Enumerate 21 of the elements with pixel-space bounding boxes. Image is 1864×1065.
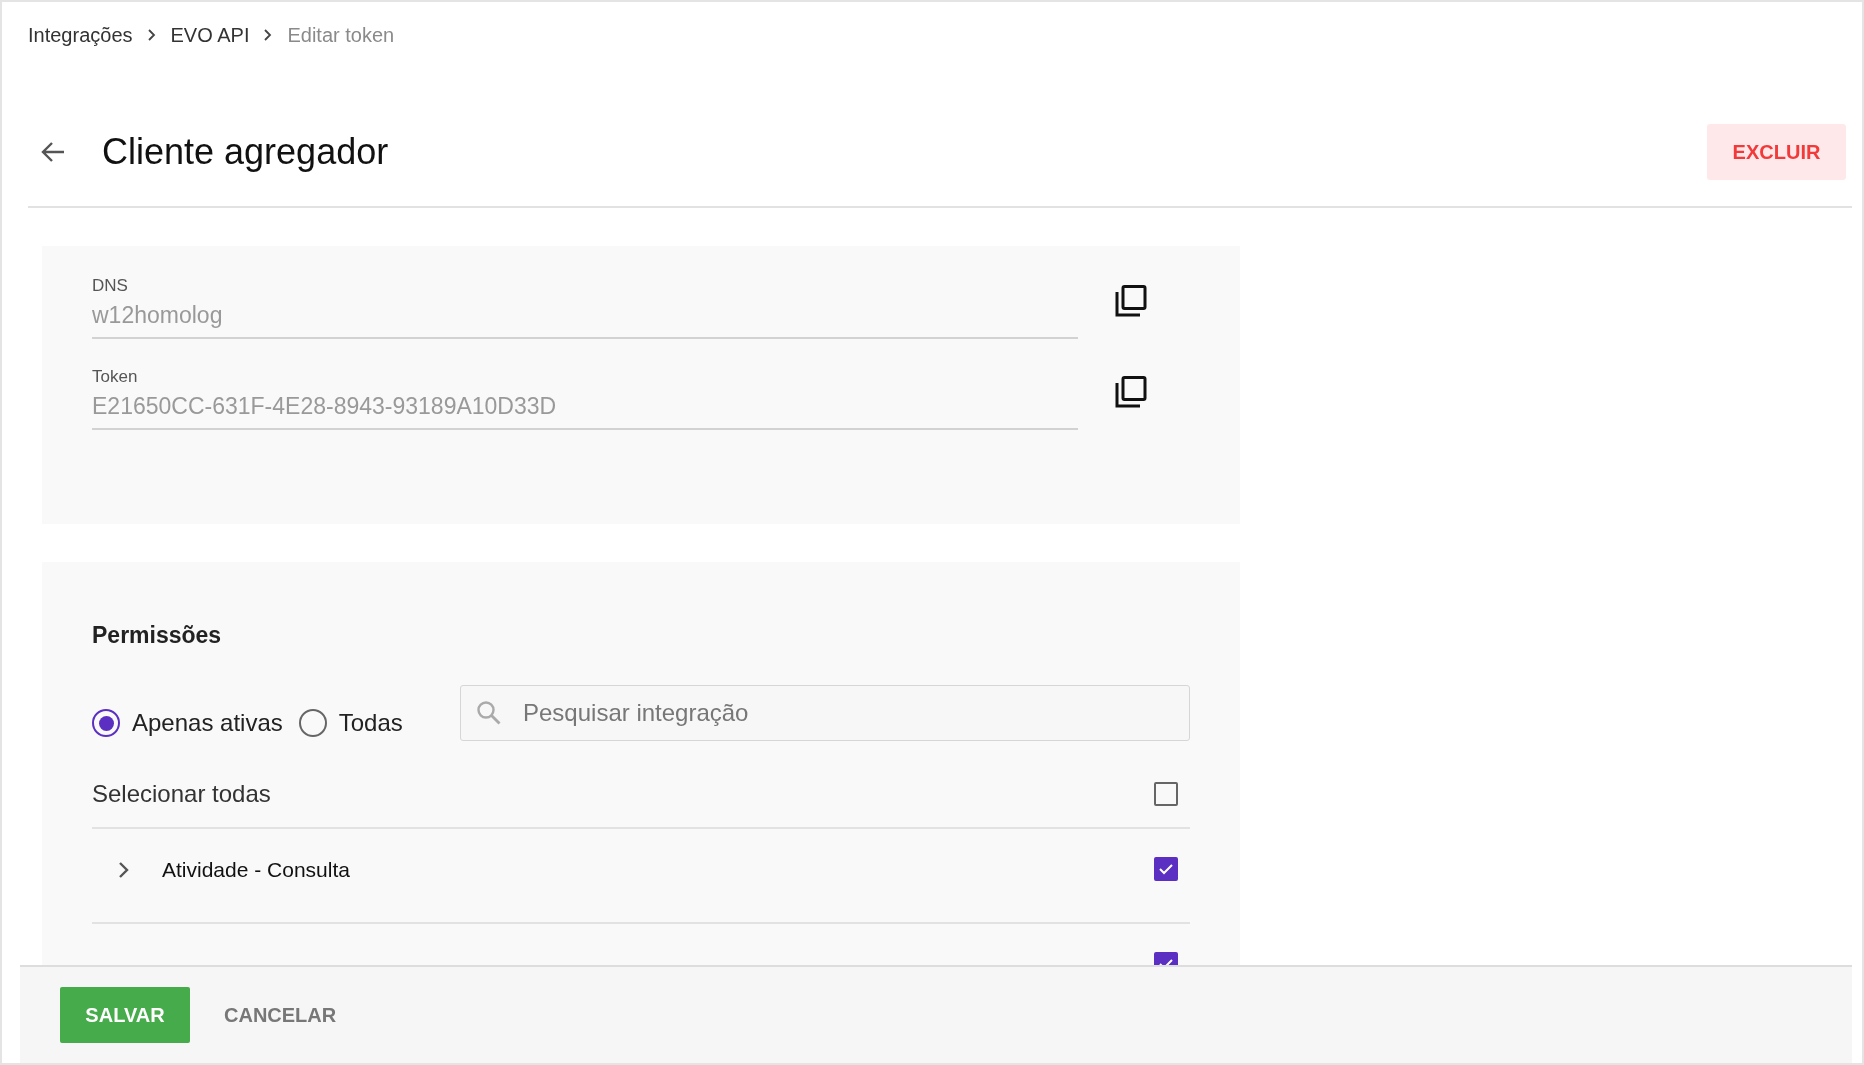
search-icon: [476, 700, 502, 726]
select-all-label: Selecionar todas: [92, 780, 271, 808]
breadcrumb-link[interactable]: EVO API: [170, 23, 250, 47]
permission-label: Atividade - Consulta: [162, 857, 351, 883]
radio-option[interactable]: Apenas ativas: [92, 709, 283, 737]
copy-icon[interactable]: [1114, 284, 1148, 318]
cancel-button[interactable]: CANCELAR: [210, 1003, 351, 1027]
read-only-field[interactable]: Token E21650CC-631F-4E28-8943-93189A10D33D: [92, 367, 1078, 430]
radio-option[interactable]: Todas: [298, 709, 403, 737]
breadcrumb-link[interactable]: Integrações: [28, 23, 133, 47]
checkbox[interactable]: [1154, 782, 1178, 806]
search-field[interactable]: Pesquisar integração: [460, 685, 1190, 741]
chevron-right-icon[interactable]: [118, 861, 130, 879]
checkbox[interactable]: [1154, 857, 1178, 881]
copy-icon[interactable]: [1114, 375, 1148, 409]
back-arrow-icon[interactable]: [40, 141, 66, 163]
chevron-right-icon: [146, 29, 157, 41]
page-title: Cliente agregador: [102, 131, 390, 173]
read-only-field[interactable]: DNS w12homolog: [92, 276, 1078, 339]
section-title: Permissões: [92, 622, 223, 649]
chevron-right-icon: [263, 29, 274, 41]
